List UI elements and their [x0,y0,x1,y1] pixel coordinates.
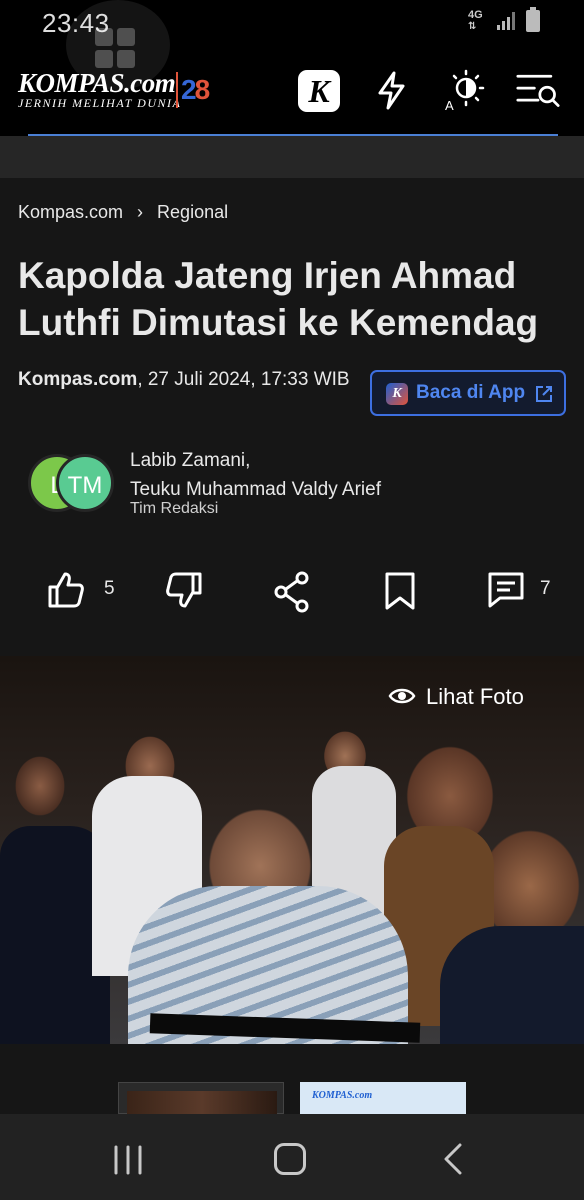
article-date: , 27 Juli 2024, 17:33 WIB [137,369,350,390]
network-type: 4G ⇅ [468,9,483,33]
read-in-app-label: Baca di App [416,382,526,403]
like-count: 5 [104,578,115,599]
share-icon[interactable] [272,570,312,614]
breadcrumb-separator: › [137,202,144,222]
breadcrumb-home[interactable]: Kompas.com [18,202,123,222]
anniversary-badge: 28 [181,74,210,105]
comment-count: 7 [540,578,551,599]
article-meta: Kompas.com, 27 Juli 2024, 17:33 WIB [18,366,358,394]
back-icon[interactable] [440,1142,468,1176]
article-title: Kapolda Jateng Irjen Ahmad Luthfi Dimuta… [18,255,539,343]
article-header: Kompas.com › Regional Kapolda Jateng Irjen… [0,178,584,656]
kompas-app-icon: K [386,383,408,405]
breadcrumb: Kompas.com › Regional [18,202,228,223]
related-strip: KOMPAS.com [0,1044,584,1115]
bookmark-icon[interactable] [382,570,418,612]
article-source[interactable]: Kompas.com [18,369,137,390]
eye-icon [388,688,416,704]
avatar: TM [56,454,114,512]
author-team: Tim Redaksi [130,500,219,517]
dislike-icon[interactable] [160,570,204,610]
author-names[interactable]: Labib Zamani, Teuku Muhammad Valdy Arief [130,446,381,504]
thumbnail-brand: KOMPAS.com [312,1090,373,1101]
theme-contrast-icon[interactable]: A [442,68,486,112]
logo-divider [176,72,178,108]
breadcrumb-section[interactable]: Regional [157,202,228,222]
svg-text:A: A [445,98,454,112]
like-icon[interactable] [46,570,86,610]
comment-icon[interactable] [486,570,526,610]
article-photo[interactable]: Lihat Foto [0,656,584,1044]
read-in-app-button[interactable]: K Baca di App [370,370,566,416]
photo-figure [440,926,584,1044]
menu-search-icon[interactable] [516,68,560,112]
k-app-icon[interactable]: K [298,70,340,112]
thumbnail-image [127,1091,277,1115]
author-avatars[interactable]: L TM [28,454,118,514]
author-name: Labib Zamani, [130,450,251,471]
ad-placeholder-band [0,136,584,178]
view-photo-label: Lihat Foto [426,684,524,709]
lightning-icon[interactable] [370,68,414,112]
article-actions: 5 7 [0,562,584,618]
recent-apps-icon[interactable] [112,1144,144,1176]
external-link-icon [536,386,552,402]
battery-icon [526,7,540,32]
system-nav-bar [0,1114,584,1200]
home-icon[interactable] [274,1143,306,1175]
related-thumbnail[interactable]: KOMPAS.com [300,1082,466,1114]
logo-tagline: JERNIH MELIHAT DUNIA [18,96,182,110]
related-thumbnail[interactable] [118,1082,284,1115]
signal-icon [497,12,515,30]
